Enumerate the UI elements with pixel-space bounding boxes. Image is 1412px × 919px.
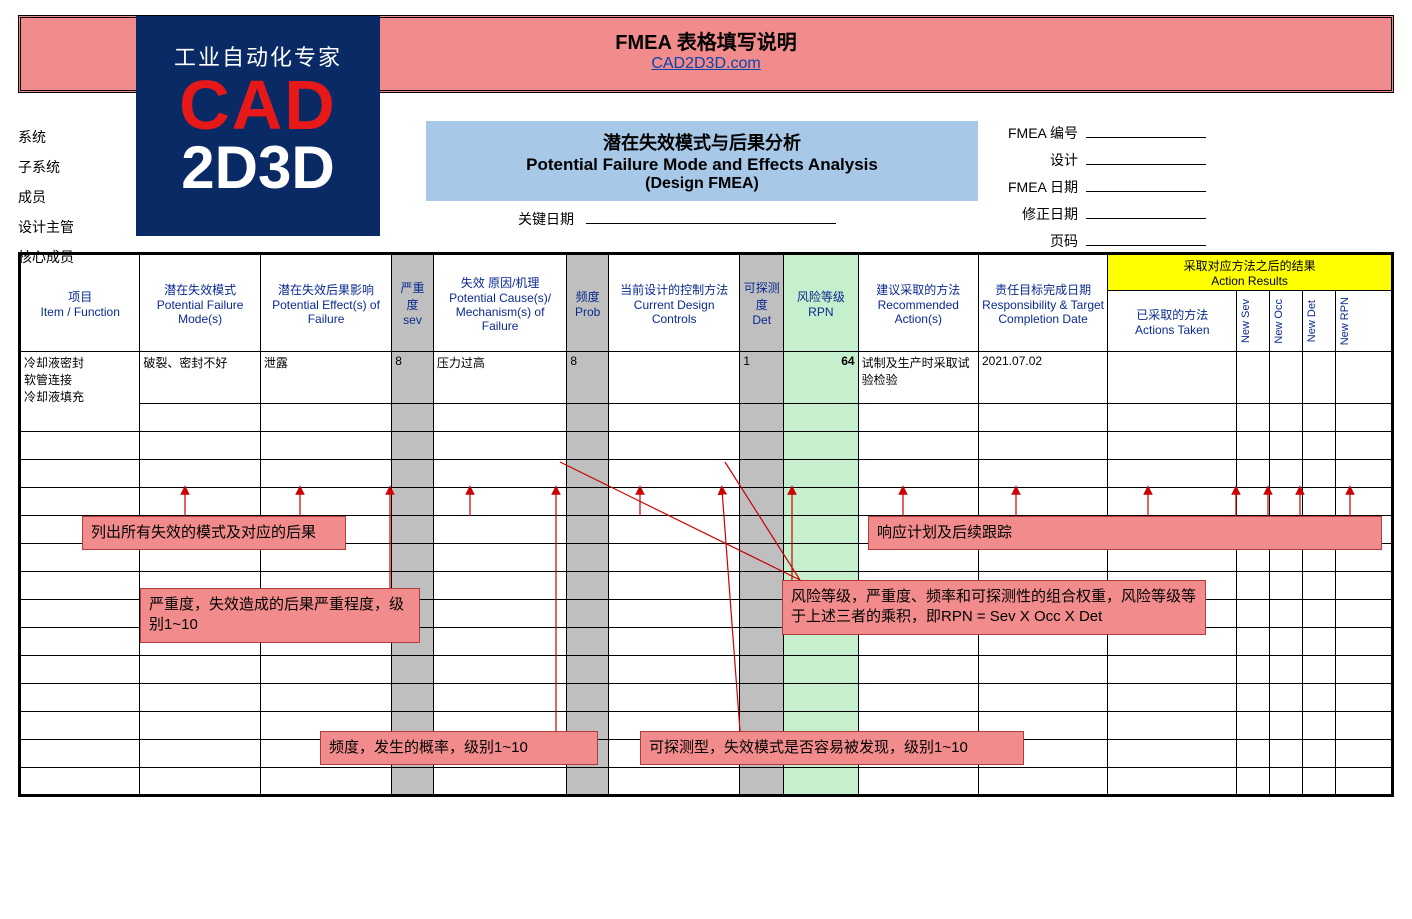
th-action-results: 采取对应方法之后的结果Action Results: [1108, 254, 1393, 291]
center-title-box: 潜在失效模式与后果分析 Potential Failure Mode and E…: [426, 121, 978, 201]
table-row: [20, 768, 1393, 796]
label-fmea-date: FMEA 日期: [1008, 177, 1078, 197]
th-prob: 频度Prob: [567, 254, 609, 352]
meta-section: 系统 子系统 成员 设计主管 核心成员 工业自动化专家 CAD 2D3D 潜在失…: [18, 101, 1394, 246]
label-subsystem: 子系统: [18, 157, 130, 177]
annot-det: 可探测型，失效模式是否容易被发现，级别1~10: [640, 731, 1024, 765]
fmea-no-field[interactable]: [1086, 124, 1206, 138]
annot-resp: 响应计划及后续跟踪: [868, 516, 1382, 550]
table-row: 冷却液密封软管连接冷却液填充 破裂、密封不好 泄露 8 压力过高 8 1 64 …: [20, 352, 1393, 404]
logo-line1: CAD: [136, 72, 380, 139]
th-taken: 已采取的方法Actions Taken: [1108, 291, 1237, 352]
table-row: [20, 684, 1393, 712]
annot-modes: 列出所有失效的模式及对应的后果: [82, 516, 346, 550]
cell-rpn: 64: [784, 352, 858, 404]
th-new-sev: New Sev: [1237, 291, 1270, 352]
label-core-member: 核心成员: [18, 247, 130, 267]
table-row: [20, 404, 1393, 432]
label-design: 设计: [1050, 150, 1078, 170]
center-title-en: Potential Failure Mode and Effects Analy…: [430, 155, 974, 175]
cell-prob: 8: [567, 352, 609, 404]
th-sev: 严重度sev: [392, 254, 434, 352]
label-system: 系统: [18, 127, 130, 147]
fmea-date-field[interactable]: [1086, 178, 1206, 192]
cell-newdet: [1303, 352, 1336, 404]
rev-date-field[interactable]: [1086, 205, 1206, 219]
cell-sev: 8: [392, 352, 434, 404]
cell-item: 冷却液密封软管连接冷却液填充: [20, 352, 140, 432]
logo: 工业自动化专家 CAD 2D3D: [136, 16, 380, 236]
cell-rec: 试制及生产时采取试验检验: [858, 352, 978, 404]
key-date: 关键日期: [518, 209, 836, 229]
cell-resp: 2021.07.02: [978, 352, 1107, 404]
th-resp: 责任目标完成日期Responsibility & Target Completi…: [978, 254, 1107, 352]
key-date-field[interactable]: [586, 210, 836, 224]
cell-mode: 破裂、密封不好: [140, 352, 260, 404]
cell-newocc: [1270, 352, 1303, 404]
cell-cause: 压力过高: [433, 352, 567, 404]
th-controls: 当前设计的控制方法Current Design Controls: [608, 254, 739, 352]
th-effect: 潜在失效后果影响Potential Effect(s) of Failure: [260, 254, 391, 352]
center-title-sub: (Design FMEA): [430, 175, 974, 193]
table-row: [20, 656, 1393, 684]
meta-left-labels: 系统 子系统 成员 设计主管 核心成员: [18, 101, 130, 277]
th-det: 可探测度Det: [740, 254, 784, 352]
design-field[interactable]: [1086, 151, 1206, 165]
label-fmea-no: FMEA 编号: [1008, 123, 1078, 143]
label-design-lead: 设计主管: [18, 217, 130, 237]
table-row: [20, 460, 1393, 488]
th-new-det: New Det: [1303, 291, 1336, 352]
annot-rpn: 风险等级，严重度、频率和可探测性的组合权重，风险等级等于上述三者的乘积，即RPN…: [782, 580, 1206, 635]
th-new-rpn: New RPN: [1335, 291, 1392, 352]
th-rec: 建议采取的方法Recommended Action(s): [858, 254, 978, 352]
title-link[interactable]: CAD2D3D.com: [651, 55, 760, 72]
cell-controls: [608, 352, 739, 404]
th-new-occ: New Occ: [1270, 291, 1303, 352]
cell-effect: 泄露: [260, 352, 391, 404]
meta-right: FMEA 编号 设计 FMEA 日期 修正日期 页码: [1008, 123, 1206, 258]
annot-sev: 严重度，失效造成的后果严重程度，级别1~10: [140, 588, 420, 643]
cell-newrpn: [1335, 352, 1392, 404]
logo-line2: 2D3D: [136, 139, 380, 196]
cell-taken: [1108, 352, 1237, 404]
th-mode: 潜在失效模式Potential Failure Mode(s): [140, 254, 260, 352]
label-rev-date: 修正日期: [1022, 204, 1078, 224]
key-date-label: 关键日期: [518, 211, 574, 227]
label-member: 成员: [18, 187, 130, 207]
label-page: 页码: [1050, 231, 1078, 251]
th-cause: 失效 原因/机理Potential Cause(s)/ Mechanism(s)…: [433, 254, 567, 352]
table-row: [20, 488, 1393, 516]
cell-det: 1: [740, 352, 784, 404]
center-title-cn: 潜在失效模式与后果分析: [430, 129, 974, 155]
annot-prob: 频度，发生的概率，级别1~10: [320, 731, 598, 765]
page-field[interactable]: [1086, 232, 1206, 246]
th-rpn: 风险等级RPN: [784, 254, 858, 352]
table-row: [20, 432, 1393, 460]
cell-newsev: [1237, 352, 1270, 404]
